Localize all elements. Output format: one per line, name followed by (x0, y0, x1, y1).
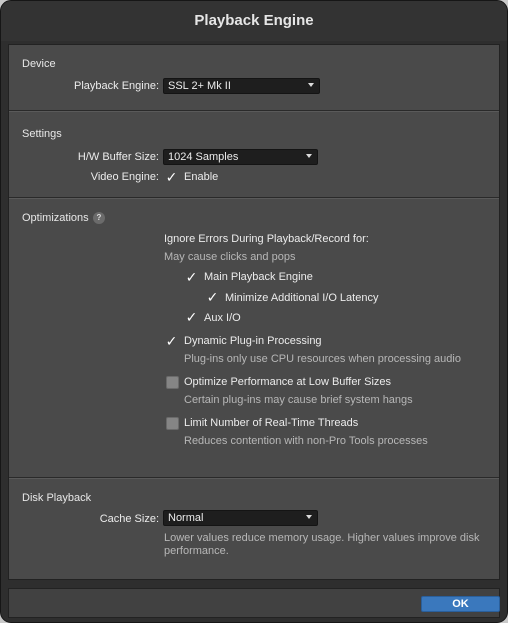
dynamic-plugin-hint: Plug-ins only use CPU resources when pro… (184, 353, 461, 365)
limit-threads-hint: Reduces contention with non-Pro Tools pr… (184, 435, 428, 447)
chevron-down-icon (306, 515, 312, 519)
limit-threads-checkbox[interactable] (166, 417, 179, 430)
checkmark-icon[interactable]: ✓ (206, 290, 219, 304)
disk-playback-section-title: Disk Playback (22, 492, 92, 504)
video-engine-label: Video Engine: (90, 171, 159, 183)
minimize-latency-label: Minimize Additional I/O Latency (225, 292, 379, 304)
checkmark-icon[interactable]: ✓ (185, 270, 198, 284)
cache-size-hint: Lower values reduce memory usage. Higher… (164, 532, 480, 557)
playback-engine-dialog: Playback Engine Device Playback Engine: … (0, 0, 508, 623)
cache-size-select[interactable]: Normal (163, 510, 318, 526)
buffer-size-label: H/W Buffer Size: (77, 151, 159, 163)
optimizations-section-title: Optimizations (22, 212, 89, 224)
section-divider (9, 110, 499, 111)
chevron-down-icon (306, 154, 312, 158)
ok-button[interactable]: OK (421, 596, 500, 612)
help-icon[interactable]: ? (93, 212, 105, 224)
chevron-down-icon (308, 83, 314, 87)
optimize-low-buffer-checkbox[interactable] (166, 376, 179, 389)
settings-section-title: Settings (22, 128, 62, 140)
buffer-size-select[interactable]: 1024 Samples (163, 149, 318, 165)
playback-engine-label: Playback Engine: (74, 80, 159, 92)
dialog-footer: OK (8, 588, 500, 618)
video-enable-label: Enable (184, 171, 219, 183)
playback-engine-select[interactable]: SSL 2+ Mk II (163, 78, 320, 94)
dialog-title: Playback Engine (1, 1, 507, 41)
buffer-size-value: 1024 Samples (168, 151, 239, 163)
limit-threads-label: Limit Number of Real-Time Threads (184, 417, 359, 429)
checkmark-icon[interactable]: ✓ (185, 310, 198, 324)
optimize-low-buffer-hint: Certain plug-ins may cause brief system … (184, 394, 413, 406)
ignore-errors-title: Ignore Errors During Playback/Record for… (164, 233, 369, 245)
main-playback-label: Main Playback Engine (204, 271, 313, 283)
device-section-title: Device (22, 58, 56, 70)
checkmark-icon[interactable]: ✓ (165, 334, 178, 348)
checkmark-icon[interactable]: ✓ (165, 170, 178, 184)
settings-panel: Device Playback Engine: SSL 2+ Mk II Set… (8, 44, 500, 580)
section-divider (9, 197, 499, 198)
playback-engine-value: SSL 2+ Mk II (168, 80, 231, 92)
cache-size-label: Cache Size: (99, 513, 159, 525)
dynamic-plugin-label: Dynamic Plug-in Processing (184, 335, 322, 347)
ignore-errors-hint: May cause clicks and pops (164, 251, 296, 263)
optimize-low-buffer-label: Optimize Performance at Low Buffer Sizes (184, 376, 392, 388)
aux-io-label: Aux I/O (204, 312, 241, 324)
section-divider (9, 477, 499, 478)
cache-size-value: Normal (168, 512, 204, 524)
